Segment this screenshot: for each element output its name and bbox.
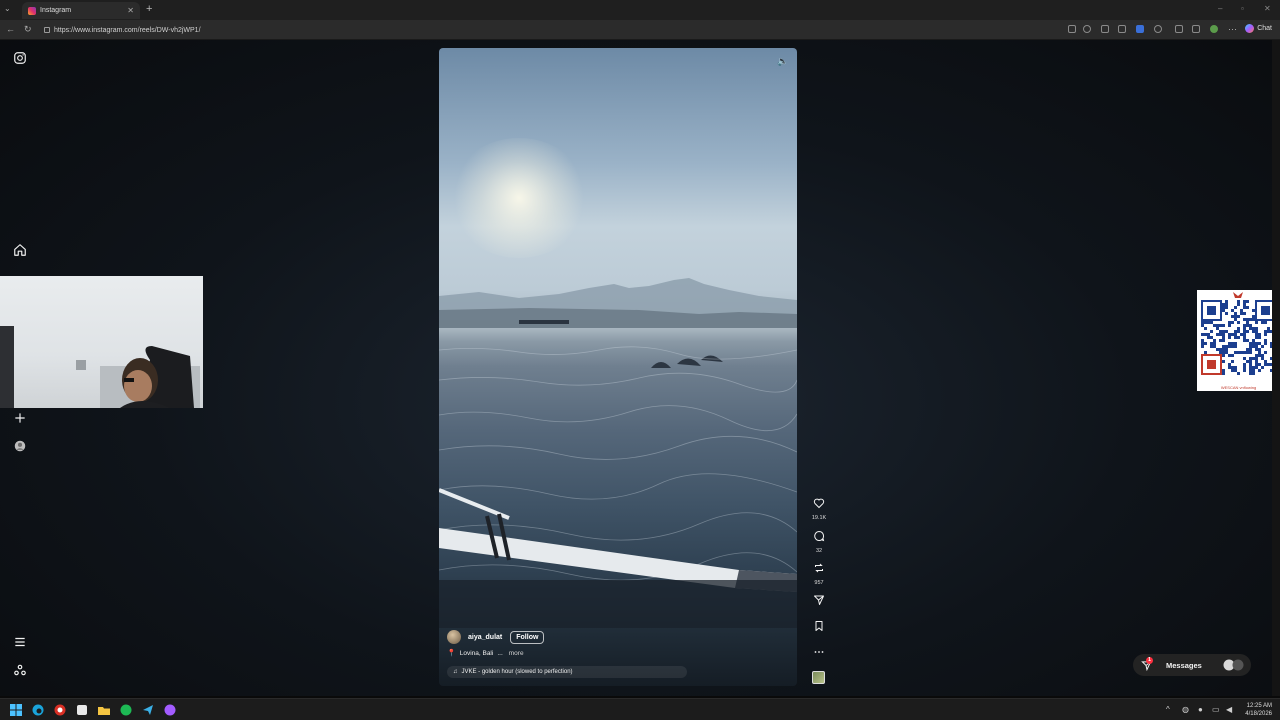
extension-icon[interactable] — [1101, 25, 1109, 33]
reel-info-overlay: aiya_dulat Follow 📍 Lovina, Bali ... mor… — [447, 629, 697, 678]
webcam-overlay — [0, 276, 203, 408]
messages-button[interactable]: 1 Messages — [1133, 654, 1251, 676]
page-scrollbar[interactable] — [1272, 40, 1280, 696]
more-icon[interactable] — [813, 646, 825, 658]
author-row: aiya_dulat Follow — [447, 629, 697, 645]
chrome-icon[interactable] — [54, 704, 66, 716]
copilot-chat-button[interactable]: Chat — [1245, 24, 1272, 33]
extensions-puzzle-icon[interactable] — [1175, 25, 1183, 33]
clock-date: 4/18/2026 — [1245, 711, 1272, 717]
location-text[interactable]: Lovina, Bali — [460, 650, 494, 657]
profile-avatar-icon[interactable] — [1210, 25, 1218, 33]
url-text: https://www.instagram.com/reels/DW-vh2jW… — [54, 26, 201, 34]
messages-label: Messages — [1166, 660, 1202, 670]
tab-title: Instagram — [40, 7, 72, 14]
browser-menu-icon[interactable]: ⋯ — [1228, 24, 1237, 35]
back-icon[interactable]: ← — [6, 24, 15, 34]
share-icon[interactable] — [813, 594, 825, 606]
profile-icon[interactable] — [13, 439, 27, 453]
share-action[interactable] — [808, 593, 830, 611]
comment-action[interactable]: 32 — [808, 529, 830, 554]
reload-icon[interactable]: ↻ — [24, 24, 32, 35]
windows-start-icon[interactable] — [10, 704, 22, 716]
audio-thumbnail[interactable] — [812, 671, 825, 684]
save-action[interactable] — [808, 619, 830, 637]
boat-outrigger — [439, 488, 797, 628]
home-icon[interactable] — [13, 243, 27, 257]
dolphins — [651, 355, 723, 368]
system-clock[interactable]: 12:25 AM 4/18/2026 — [1245, 702, 1272, 718]
qr-code — [1201, 292, 1276, 375]
caption-ellipsis: ... — [497, 649, 503, 657]
meta-icon[interactable] — [13, 663, 27, 677]
edge-browser-icon[interactable] — [32, 704, 44, 716]
author-avatar[interactable] — [447, 630, 461, 644]
url-field[interactable]: https://www.instagram.com/reels/DW-vh2jW… — [44, 23, 1064, 37]
plus-icon[interactable] — [13, 411, 27, 425]
tab-list-chevron-icon[interactable]: ⌄ — [4, 4, 11, 13]
sun-glow — [449, 138, 589, 258]
windows-taskbar: ^ ◍ ● ▭ ◀ 12:25 AM 4/18/2026 — [0, 698, 1280, 720]
volume-icon[interactable]: ◀ — [1226, 705, 1232, 714]
instagram-logo-icon[interactable] — [13, 51, 27, 65]
file-explorer-icon[interactable] — [98, 704, 110, 716]
tray-overflow-icon[interactable]: ^ — [1166, 705, 1170, 714]
bookmark-icon[interactable] — [813, 620, 825, 632]
comment-count: 32 — [815, 548, 823, 554]
like-count: 19.1K — [811, 515, 827, 521]
tray-app-icon[interactable]: ◍ — [1182, 705, 1189, 714]
reel-video[interactable]: 🔈 aiya_dulat Follow 📍 Lovina, Bali ... m… — [439, 48, 797, 686]
messenger-app-icon[interactable] — [164, 704, 176, 716]
audio-title: JVKE - golden hour (slowed to perfection… — [461, 669, 573, 675]
instagram-favicon-icon — [28, 6, 36, 15]
app-available-icon[interactable] — [1068, 25, 1076, 33]
close-tab-icon[interactable]: ✕ — [127, 6, 134, 15]
music-note-icon: ♫ — [453, 669, 458, 675]
audio-track[interactable]: ♫ JVKE - golden hour (slowed to perfecti… — [447, 666, 687, 678]
heart-icon[interactable] — [813, 497, 825, 509]
location-pin-icon: 📍 — [447, 650, 456, 657]
maximize-icon[interactable]: ▫ — [1241, 4, 1244, 13]
webcam-person — [0, 326, 200, 408]
messages-badge: 1 — [1146, 657, 1153, 664]
browser-tab-bar: ⌄ Instagram ✕ + – ▫ ✕ — [0, 0, 1280, 20]
fishing-boat — [519, 320, 569, 324]
address-bar: ← ↻ https://www.instagram.com/reels/DW-v… — [0, 20, 1280, 40]
chat-label: Chat — [1257, 25, 1272, 32]
extension-icon-2[interactable] — [1118, 25, 1126, 33]
like-action[interactable]: 19.1K — [808, 496, 830, 521]
mic-icon[interactable]: ● — [1198, 705, 1203, 714]
telegram-icon[interactable] — [142, 704, 154, 716]
more-action[interactable] — [808, 645, 830, 663]
follow-button[interactable]: Follow — [510, 630, 545, 644]
favorites-icon[interactable] — [1192, 25, 1200, 33]
repost-count: 957 — [814, 580, 824, 586]
network-icon[interactable]: ▭ — [1212, 705, 1220, 714]
menu-icon[interactable] — [13, 635, 27, 649]
minimize-icon[interactable]: – — [1218, 4, 1222, 13]
qr-code-overlay: WESCAN vnflowing — [1197, 290, 1280, 391]
author-username[interactable]: aiya_dulat — [468, 634, 502, 641]
extension-icon-3[interactable] — [1136, 25, 1144, 33]
app-icon[interactable] — [76, 704, 88, 716]
comment-icon[interactable] — [813, 530, 825, 542]
more-link[interactable]: more — [509, 650, 524, 657]
favorite-star-icon[interactable] — [1083, 25, 1091, 33]
site-info-icon[interactable] — [44, 27, 50, 33]
mute-icon[interactable]: 🔈 — [777, 56, 789, 68]
messages-avatars — [1223, 659, 1244, 671]
repost-action[interactable]: 957 — [808, 561, 830, 586]
clock-time: 12:25 AM — [1246, 703, 1272, 709]
spotify-icon[interactable] — [120, 704, 132, 716]
new-tab-plus-icon[interactable]: + — [146, 3, 152, 15]
window-close-icon[interactable]: ✕ — [1264, 4, 1271, 13]
repost-icon[interactable] — [813, 562, 825, 574]
browser-tab[interactable]: Instagram ✕ — [22, 2, 140, 19]
extension-icon-4[interactable] — [1154, 25, 1162, 33]
copilot-icon — [1245, 24, 1255, 33]
qr-caption: WESCAN vnflowing — [1220, 385, 1257, 390]
location-row: 📍 Lovina, Bali ... more — [447, 649, 697, 658]
